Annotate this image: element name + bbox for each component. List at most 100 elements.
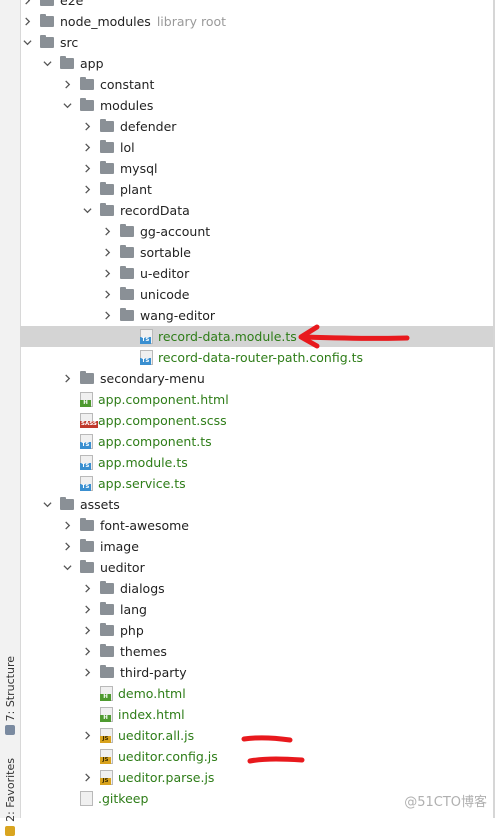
structure-tab[interactable]: 7: Structure — [0, 656, 20, 736]
chevron-right-icon[interactable] — [82, 599, 92, 620]
tree-row-themes[interactable]: themes — [20, 641, 493, 662]
structure-icon — [5, 725, 15, 736]
chevron-right-icon[interactable] — [82, 725, 92, 746]
chevron-right-icon[interactable] — [82, 158, 92, 179]
chevron-right-icon[interactable] — [22, 0, 32, 11]
tree-row-src[interactable]: src — [20, 32, 493, 53]
tree-row-demo-html[interactable]: Hdemo.html — [20, 683, 493, 704]
chevron-right-icon[interactable] — [62, 368, 72, 389]
chevron-right-icon[interactable] — [102, 242, 112, 263]
tree-row-gg-account[interactable]: gg-account — [20, 221, 493, 242]
folder-icon — [40, 35, 54, 48]
tree-row-dialogs[interactable]: dialogs — [20, 578, 493, 599]
tree-item-label: u-editor — [140, 266, 190, 281]
favorites-star-icon — [5, 825, 15, 836]
tree-row-image[interactable]: image — [20, 536, 493, 557]
tree-row-record-data-module-ts[interactable]: TS record-data.module.ts — [20, 326, 493, 347]
tool-window-strip: 7: Structure 2: Favorites — [0, 0, 21, 836]
tree-row-record-data-router-path-config-ts[interactable]: TS record-data-router-path.config.ts — [20, 347, 493, 368]
tree-row-recorddata[interactable]: recordData — [20, 200, 493, 221]
chevron-down-icon[interactable] — [62, 95, 72, 116]
tree-row-app-component-html[interactable]: Happ.component.html — [20, 389, 493, 410]
tree-row-ueditor[interactable]: ueditor — [20, 557, 493, 578]
tree-row-modules[interactable]: modules — [20, 95, 493, 116]
tree-row-app-component-scss[interactable]: SASS app.component.scss — [20, 410, 493, 431]
tree-row-php[interactable]: php — [20, 620, 493, 641]
file-type-badge: TS — [80, 484, 91, 491]
tree-item-label: dialogs — [120, 581, 165, 596]
tree-row-app-module-ts[interactable]: TS app.module.ts — [20, 452, 493, 473]
tree-item-label: constant — [100, 77, 155, 92]
tree-row-defender[interactable]: defender — [20, 116, 493, 137]
chevron-down-icon[interactable] — [82, 200, 92, 221]
chevron-right-icon[interactable] — [82, 620, 92, 641]
tree-row-u-editor[interactable]: u-editor — [20, 263, 493, 284]
favorites-tab[interactable]: 2: Favorites — [0, 758, 20, 836]
js-file-icon: JS — [100, 728, 113, 743]
chevron-right-icon[interactable] — [82, 641, 92, 662]
tree-row-third-party[interactable]: third-party — [20, 662, 493, 683]
tree-row-app-service-ts[interactable]: TS app.service.ts — [20, 473, 493, 494]
tree-row-assets[interactable]: assets — [20, 494, 493, 515]
tree-row-constant[interactable]: constant — [20, 74, 493, 95]
file-type-badge: TS — [140, 358, 151, 365]
tree-row-e2e[interactable]: e2e — [20, 0, 493, 11]
tree-item-label: ueditor.parse.js — [118, 770, 215, 785]
tree-row-sortable[interactable]: sortable — [20, 242, 493, 263]
tree-item-label: themes — [120, 644, 167, 659]
tree-row-app-component-ts[interactable]: TS app.component.ts — [20, 431, 493, 452]
ts-file-icon: TS — [140, 350, 153, 365]
tree-row-ueditor-parse-js[interactable]: JS ueditor.parse.js — [20, 767, 493, 788]
chevron-right-icon[interactable] — [102, 305, 112, 326]
folder-icon — [120, 224, 134, 237]
tree-row-lol[interactable]: lol — [20, 137, 493, 158]
tree-row-app[interactable]: app — [20, 53, 493, 74]
chevron-down-icon[interactable] — [42, 53, 52, 74]
folder-icon — [100, 623, 114, 636]
tree-row-lang[interactable]: lang — [20, 599, 493, 620]
file-type-badge: JS — [100, 757, 111, 764]
chevron-right-icon[interactable] — [82, 179, 92, 200]
tree-row-index-html[interactable]: Hindex.html — [20, 704, 493, 725]
ts-file-icon: TS — [80, 455, 93, 470]
folder-icon — [120, 287, 134, 300]
tree-row-wang-editor[interactable]: wang-editor — [20, 305, 493, 326]
folder-icon — [100, 140, 114, 153]
chevron-right-icon[interactable] — [82, 767, 92, 788]
tree-row-ueditor-all-js[interactable]: JS ueditor.all.js — [20, 725, 493, 746]
chevron-right-icon[interactable] — [102, 221, 112, 242]
tree-item-label: assets — [80, 497, 120, 512]
file-type-badge: H — [100, 715, 111, 722]
chevron-down-icon[interactable] — [62, 557, 72, 578]
tree-item-label: php — [120, 623, 144, 638]
tree-item-label: app.module.ts — [98, 455, 188, 470]
tree-row-ueditor-config-js[interactable]: JS ueditor.config.js — [20, 746, 493, 767]
tree-row-plant[interactable]: plant — [20, 179, 493, 200]
file-type-badge: JS — [100, 736, 111, 743]
chevron-right-icon[interactable] — [102, 284, 112, 305]
tree-row-node-modules[interactable]: node_modules library root — [20, 11, 493, 32]
tree-row-unicode[interactable]: unicode — [20, 284, 493, 305]
chevron-right-icon[interactable] — [22, 11, 32, 32]
tree-row-secondary-menu[interactable]: secondary-menu — [20, 368, 493, 389]
chevron-right-icon[interactable] — [82, 137, 92, 158]
chevron-down-icon[interactable] — [42, 494, 52, 515]
tree-item-label: wang-editor — [140, 308, 216, 323]
tree-item-label: lang — [120, 602, 147, 617]
folder-icon — [60, 497, 74, 510]
folder-icon — [100, 644, 114, 657]
folder-icon — [80, 518, 94, 531]
chevron-right-icon[interactable] — [82, 578, 92, 599]
tree-item-label: third-party — [120, 665, 187, 680]
tree-row-mysql[interactable]: mysql — [20, 158, 493, 179]
tree-item-label: unicode — [140, 287, 190, 302]
chevron-right-icon[interactable] — [62, 74, 72, 95]
chevron-right-icon[interactable] — [102, 263, 112, 284]
chevron-right-icon[interactable] — [62, 536, 72, 557]
tree-row-font-awesome[interactable]: font-awesome — [20, 515, 493, 536]
chevron-right-icon[interactable] — [62, 515, 72, 536]
chevron-right-icon[interactable] — [82, 116, 92, 137]
chevron-down-icon[interactable] — [22, 32, 32, 53]
chevron-right-icon[interactable] — [82, 662, 92, 683]
folder-icon — [100, 161, 114, 174]
